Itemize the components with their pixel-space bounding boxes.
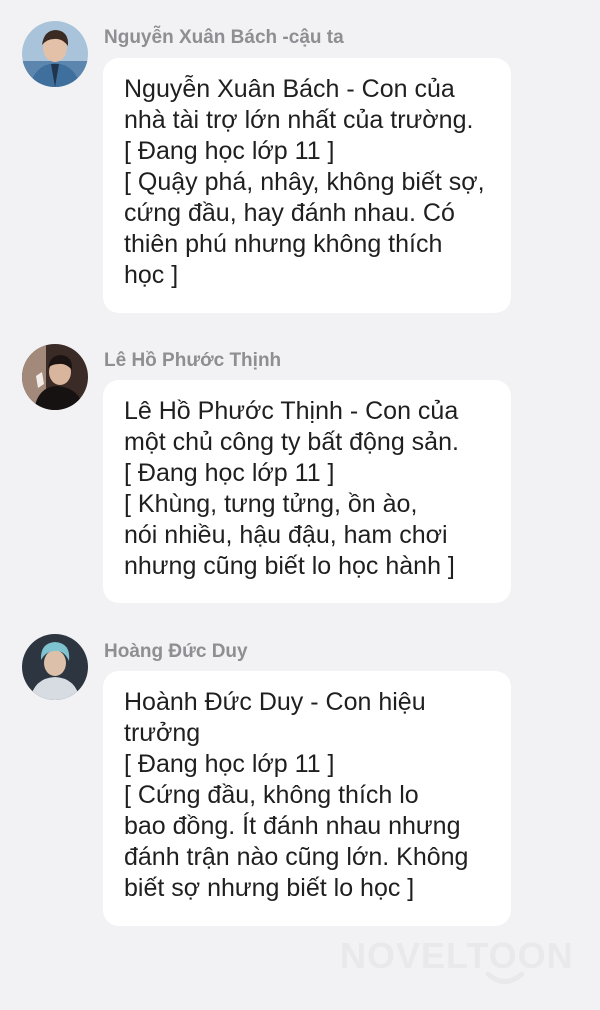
message-line: nhà tài trợ lớn nhất của trường. [124, 106, 474, 134]
message-line: một chủ công ty bất động sản. [124, 428, 459, 456]
message-bubble: Nguyễn Xuân Bách - Con của nhà tài trợ l… [103, 58, 511, 313]
avatar[interactable] [22, 21, 88, 87]
message-line: học ] [124, 261, 179, 289]
message-line: đánh trận nào cũng lớn. Không [124, 843, 469, 871]
avatar-photo [22, 344, 88, 410]
message-line: trưởng [124, 719, 201, 747]
message-bubble: Lê Hồ Phước Thịnh - Con của một chủ công… [103, 380, 511, 603]
message-line: [ Đang học lớp 11 ] [124, 459, 335, 487]
noveltoon-watermark: NOVELTOON [340, 935, 573, 991]
watermark-text: NOVELTOON [340, 935, 574, 976]
sender-name: Hoàng Đức Duy [104, 641, 248, 662]
message-line: cứng đầu, hay đánh nhau. Có [124, 199, 455, 227]
message-line: [ Đang học lớp 11 ] [124, 137, 335, 165]
avatar[interactable] [22, 344, 88, 410]
message-line: [ Cứng đầu, không thích lo [124, 781, 419, 809]
avatar-photo [22, 21, 88, 87]
message-line: bao đồng. Ít đánh nhau nhưng [124, 812, 461, 840]
message-line: thiên phú nhưng không thích [124, 230, 443, 258]
message-line: nói nhiều, hậu đậu, ham chơi [124, 521, 448, 549]
message-line: [ Quậy phá, nhây, không biết sợ, [124, 168, 485, 196]
avatar-photo [22, 634, 88, 700]
message-bubble: Hoành Đức Duy - Con hiệu trưởng [ Đang h… [103, 671, 511, 926]
avatar[interactable] [22, 634, 88, 700]
message-line: biết sợ nhưng biết lo học ] [124, 874, 415, 902]
message-line: [ Khùng, tưng tửng, ồn ào, [124, 490, 418, 518]
message-line: Hoành Đức Duy - Con hiệu [124, 688, 426, 716]
message-line: nhưng cũng biết lo học hành ] [124, 552, 455, 580]
message-line: Lê Hồ Phước Thịnh - Con của [124, 397, 459, 425]
sender-name: Nguyễn Xuân Bách -cậu ta [104, 27, 344, 48]
message-line: Nguyễn Xuân Bách - Con của [124, 75, 455, 103]
sender-name: Lê Hồ Phước Thịnh [104, 350, 282, 371]
smile-icon [485, 971, 525, 984]
message-line: [ Đang học lớp 11 ] [124, 750, 335, 778]
